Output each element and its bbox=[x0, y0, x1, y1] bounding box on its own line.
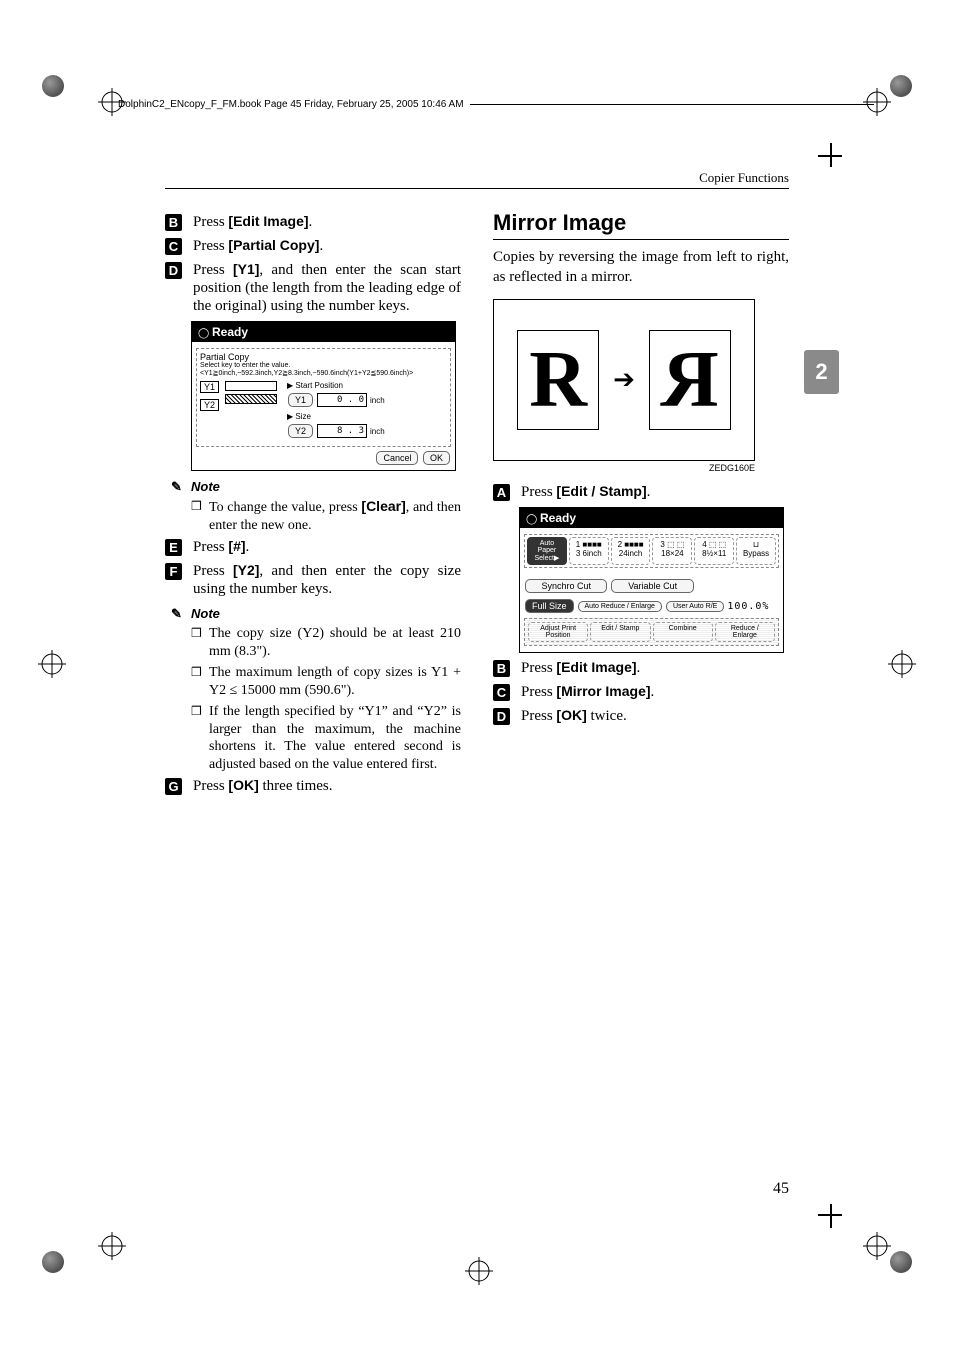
arrow-icon: ➔ bbox=[613, 365, 635, 395]
synchro-cut[interactable]: Synchro Cut bbox=[525, 579, 607, 593]
step-badge: C bbox=[493, 684, 510, 701]
panel-instr: Select key to enter the value. bbox=[200, 362, 447, 369]
step-4: D Press [Y1], and then enter the scan st… bbox=[165, 261, 461, 315]
step-2-r: B Press [Edit Image]. bbox=[493, 659, 789, 677]
section-desc: Copies by reversing the image from left … bbox=[493, 248, 789, 287]
panel-title: Ready bbox=[192, 322, 455, 342]
chapter-tab: 2 bbox=[804, 350, 839, 394]
step-3: C Press [Partial Copy]. bbox=[165, 237, 461, 255]
ok-button[interactable]: OK bbox=[423, 451, 450, 465]
edit-stamp[interactable]: Edit / Stamp bbox=[590, 622, 650, 642]
note-item: To change the value, press [Clear], and … bbox=[191, 498, 461, 534]
combine[interactable]: Combine bbox=[653, 622, 713, 642]
copy-main-panel: Ready Auto Paper Select▶ 1 ■■■■ 3 6inch … bbox=[519, 507, 789, 653]
step-7: G Press [OK] three times. bbox=[165, 777, 461, 795]
crop-mark-v bbox=[830, 143, 832, 167]
tray-3[interactable]: 3 ⬚ ⬚ 18×24 bbox=[652, 537, 692, 565]
tray-2[interactable]: 2 ■■■■ 24inch bbox=[611, 537, 651, 565]
corner-dot bbox=[890, 1251, 912, 1273]
running-head: Copier Functions bbox=[699, 170, 789, 186]
figure-code: ZEDG160E bbox=[493, 463, 755, 473]
page-number: 45 bbox=[773, 1180, 789, 1198]
partial-copy-panel: Ready Partial Copy Select key to enter t… bbox=[191, 321, 461, 471]
step-badge: E bbox=[165, 539, 182, 556]
step-badge: C bbox=[165, 238, 182, 255]
tray-4[interactable]: 4 ⬚ ⬚ 8½×11 bbox=[694, 537, 734, 565]
letter-R-mirrored: R bbox=[649, 330, 731, 430]
step-badge: A bbox=[493, 484, 510, 501]
step-badge: D bbox=[165, 262, 182, 279]
y1-label: Y1 bbox=[200, 381, 219, 393]
step-2: B Press [Edit Image]. bbox=[165, 213, 461, 231]
note-heading: Note bbox=[191, 606, 461, 621]
y1-button[interactable]: Y1 bbox=[288, 393, 313, 407]
corner-dot bbox=[42, 75, 64, 97]
auto-paper-select[interactable]: Auto Paper Select▶ bbox=[527, 537, 567, 565]
registration-mark bbox=[465, 1257, 493, 1285]
registration-mark bbox=[863, 1232, 891, 1260]
letter-R-normal: R bbox=[517, 330, 599, 430]
y2-button[interactable]: Y2 bbox=[288, 424, 313, 438]
start-pos-label: ▶ Start Position bbox=[287, 381, 447, 390]
section-title: Mirror Image bbox=[493, 210, 789, 240]
strip-y2 bbox=[225, 394, 277, 404]
step-1-r: A Press [Edit / Stamp]. bbox=[493, 483, 789, 501]
y2-label: Y2 bbox=[200, 399, 219, 411]
step-badge: B bbox=[493, 660, 510, 677]
step-badge: D bbox=[493, 708, 510, 725]
running-rule bbox=[165, 188, 789, 189]
book-info: DolphinC2_ENcopy_F_FM.book Page 45 Frida… bbox=[118, 99, 470, 110]
step-badge: G bbox=[165, 778, 182, 795]
panel-title: Ready bbox=[520, 508, 783, 528]
variable-cut[interactable]: Variable Cut bbox=[611, 579, 693, 593]
step-3-r: C Press [Mirror Image]. bbox=[493, 683, 789, 701]
y2-value: 8 . 3 bbox=[317, 424, 367, 438]
adjust-print-pos[interactable]: Adjust Print Position bbox=[528, 622, 588, 642]
user-auto-re[interactable]: User Auto R/E bbox=[666, 601, 724, 612]
registration-mark bbox=[98, 1232, 126, 1260]
step-5: E Press [#]. bbox=[165, 538, 461, 556]
step-badge: B bbox=[165, 214, 182, 231]
full-size[interactable]: Full Size bbox=[525, 599, 574, 613]
registration-mark bbox=[38, 650, 66, 678]
step-4-r: D Press [OK] twice. bbox=[493, 707, 789, 725]
size-label: ▶ Size bbox=[287, 412, 447, 421]
registration-mark bbox=[888, 650, 916, 678]
step-badge: F bbox=[165, 563, 182, 580]
bypass[interactable]: ⊔ Bypass bbox=[736, 537, 776, 565]
tray-1[interactable]: 1 ■■■■ 3 6inch bbox=[569, 537, 609, 565]
note-item: The copy size (Y2) should be at least 21… bbox=[191, 625, 461, 660]
panel-range: <Y1≧0inch,~592.3inch,Y2≧8.3inch,~590.6in… bbox=[200, 369, 447, 377]
step-6: F Press [Y2], and then enter the copy si… bbox=[165, 562, 461, 598]
note-item: The maximum length of copy sizes is Y1 +… bbox=[191, 664, 461, 699]
note-heading: Note bbox=[191, 479, 461, 494]
note-item: If the length specified by “Y1” and “Y2”… bbox=[191, 703, 461, 773]
corner-dot bbox=[42, 1251, 64, 1273]
crop-mark-v bbox=[830, 1204, 832, 1228]
book-header: DolphinC2_ENcopy_F_FM.book Page 45 Frida… bbox=[118, 96, 874, 112]
cancel-button[interactable]: Cancel bbox=[376, 451, 418, 465]
reduce-enlarge[interactable]: Reduce / Enlarge bbox=[715, 622, 775, 642]
panel-mode: Partial Copy bbox=[200, 352, 447, 362]
corner-dot bbox=[890, 75, 912, 97]
strip-y1 bbox=[225, 381, 277, 391]
auto-reduce-enlarge[interactable]: Auto Reduce / Enlarge bbox=[578, 601, 662, 612]
mirror-figure: R ➔ R bbox=[493, 299, 755, 461]
ratio-display: 100.0% bbox=[727, 601, 769, 612]
y1-value: 0 . 0 bbox=[317, 393, 367, 407]
